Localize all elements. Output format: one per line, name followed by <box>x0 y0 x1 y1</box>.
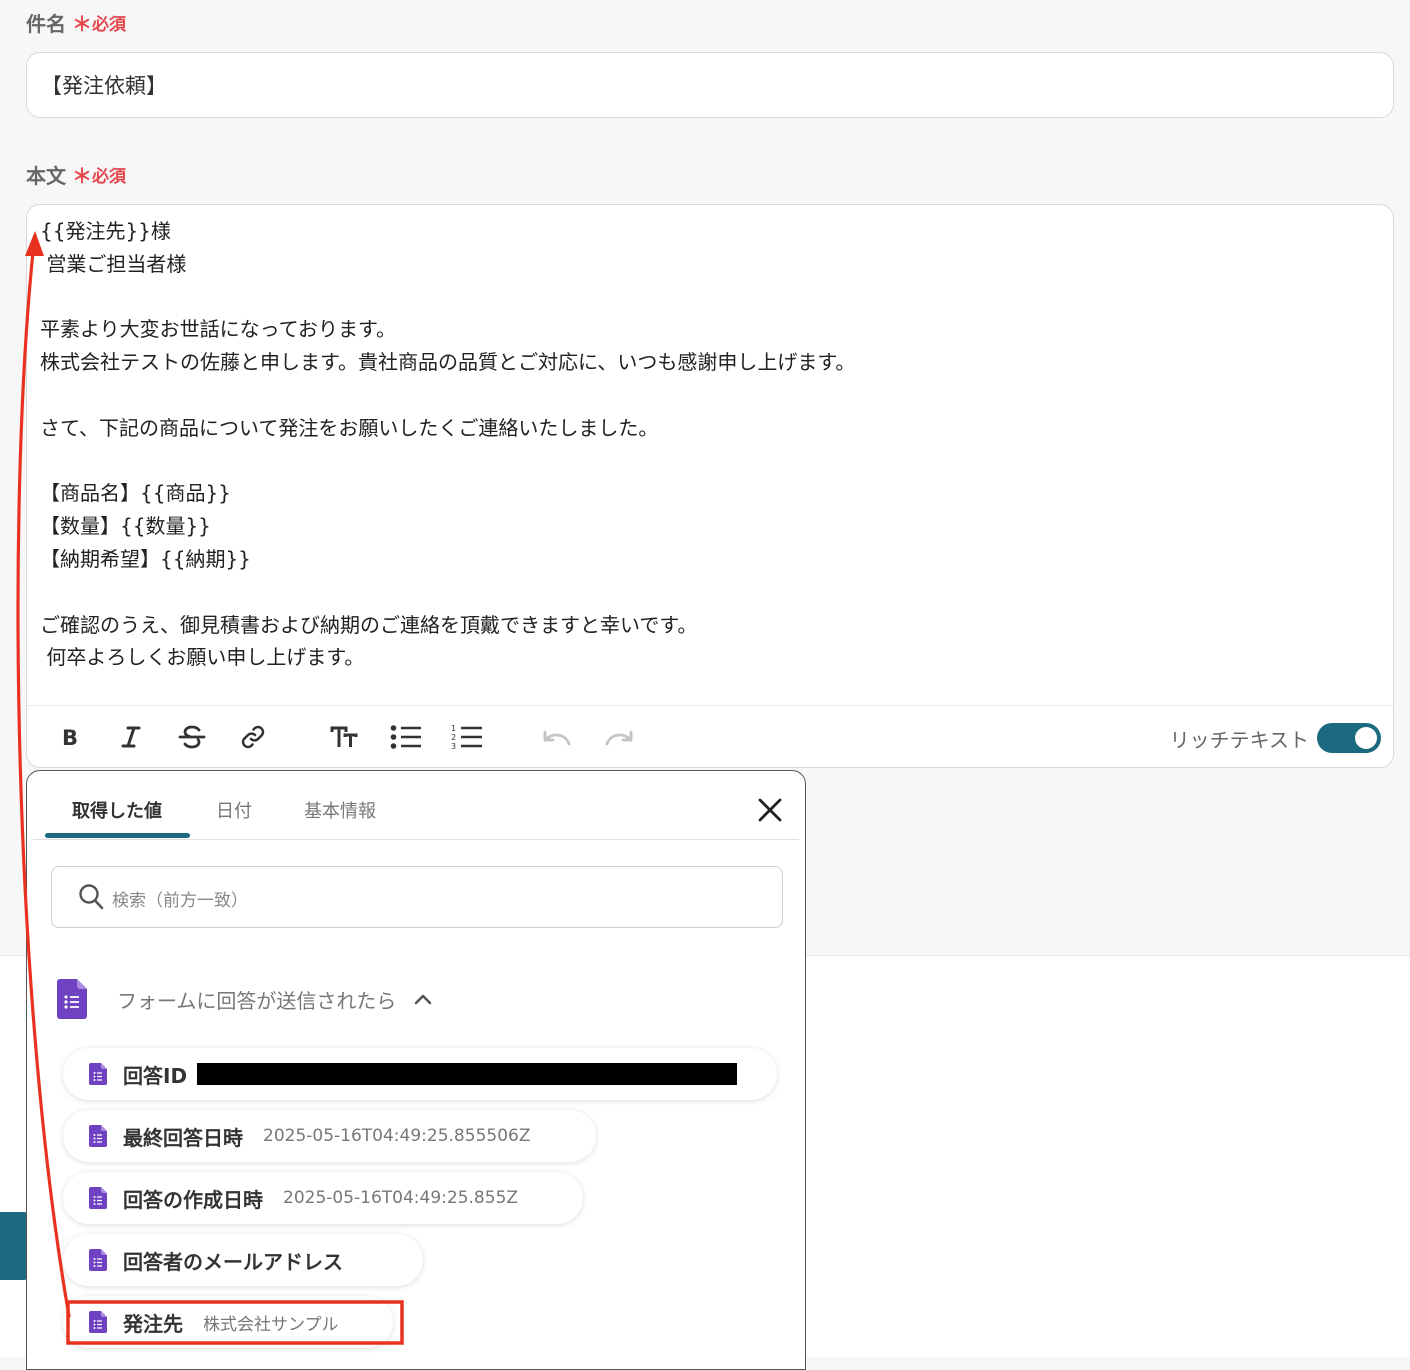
svg-text:3: 3 <box>451 742 456 751</box>
search-input[interactable]: 検索（前方一致） <box>51 866 783 928</box>
body-line: 何卒よろしくお願い申し上げます。 <box>40 645 365 670</box>
value-picker-popup: 取得した値 日付 基本情報 検索（前方一致） フォームに回答が送信されたら 回答… <box>26 770 806 1370</box>
rich-text-label: リッチテキスト <box>1169 728 1309 752</box>
required-mark: ＊ <box>72 12 92 36</box>
svg-text:1: 1 <box>451 724 456 733</box>
body-line <box>40 445 1340 478</box>
body-line <box>40 379 1340 412</box>
chip-value: 株式会社サンプル <box>203 1314 339 1335</box>
redacted-value <box>197 1063 738 1085</box>
subject-label-text: 件名 <box>26 12 66 36</box>
body-editor[interactable]: {{発注先}}様 営業ご担当者様 平素より大変お世話になっております。 株式会社… <box>26 204 1394 768</box>
close-icon[interactable] <box>755 795 785 825</box>
toggle-knob <box>1355 727 1377 749</box>
chip-label: 最終回答日時 <box>123 1125 243 1150</box>
trigger-group-label: フォームに回答が送信されたら <box>117 988 397 1013</box>
chip-value: 2025-05-16T04:49:25.855506Z <box>263 1126 531 1146</box>
body-label-text: 本文 <box>26 164 66 188</box>
strikethrough-icon[interactable] <box>175 720 209 754</box>
search-placeholder: 検索（前方一致） <box>112 891 248 911</box>
required-text: 必須 <box>92 15 126 35</box>
body-line: {{発注先}}様 <box>40 219 171 243</box>
body-line <box>40 281 1340 314</box>
trigger-group-header[interactable]: フォームに回答が送信されたら <box>57 976 432 1022</box>
body-text[interactable]: {{発注先}}様 営業ご担当者様 平素より大変お世話になっております。 株式会社… <box>40 215 1340 674</box>
subject-input[interactable]: 【発注依頼】 <box>26 52 1394 118</box>
google-forms-icon <box>89 1187 107 1209</box>
body-line: 【納期希望】{{納期}} <box>40 546 251 571</box>
required-mark: ＊ <box>72 164 92 188</box>
rich-text-toggle[interactable] <box>1317 723 1381 753</box>
tabs-divider <box>33 839 799 840</box>
search-icon <box>78 883 104 915</box>
tab-acquired-values[interactable]: 取得した値 <box>72 797 162 823</box>
text-size-icon[interactable] <box>327 720 361 754</box>
tab-basic-info[interactable]: 基本情報 <box>304 797 376 823</box>
required-text: 必須 <box>92 167 126 187</box>
bulleted-list-icon[interactable] <box>389 720 423 754</box>
chevron-up-icon[interactable] <box>414 993 432 1005</box>
value-chip-respondent-email[interactable]: 回答者のメールアドレス <box>63 1234 423 1286</box>
numbered-list-icon[interactable]: 123 <box>450 720 484 754</box>
chip-label: 回答ID <box>123 1063 188 1088</box>
svg-text:B: B <box>62 726 78 748</box>
undo-icon[interactable] <box>540 720 574 754</box>
popup-tabs: 取得した値 日付 基本情報 <box>27 771 805 841</box>
side-button-edge[interactable] <box>0 1212 28 1280</box>
body-line: 株式会社テストの佐藤と申します。貴社商品の品質とご対応に、いつも感謝申し上げます… <box>40 350 856 375</box>
body-line: 平素より大変お世話になっております。 <box>40 317 396 342</box>
redo-icon[interactable] <box>602 720 636 754</box>
chip-value: 2025-05-16T04:49:25.855Z <box>283 1188 519 1208</box>
link-icon[interactable] <box>236 720 270 754</box>
value-chip-supplier[interactable]: 発注先 株式会社サンプル <box>63 1296 393 1348</box>
editor-toolbar: B 123 リッチテキスト <box>27 705 1393 768</box>
chip-label: 回答者のメールアドレス <box>123 1249 343 1274</box>
chip-label: 回答の作成日時 <box>123 1187 263 1212</box>
italic-icon[interactable] <box>114 720 148 754</box>
body-line: さて、下記の商品について発注をお願いしたくご連絡いたしました。 <box>40 415 659 440</box>
google-forms-icon <box>89 1063 107 1085</box>
google-forms-icon <box>89 1125 107 1147</box>
body-label: 本文 ＊ 必須 <box>26 160 126 189</box>
bold-icon[interactable]: B <box>53 720 87 754</box>
google-forms-icon <box>89 1249 107 1271</box>
svg-text:2: 2 <box>451 733 456 742</box>
body-line: 営業ご担当者様 <box>40 251 187 276</box>
google-forms-icon <box>57 979 87 1019</box>
body-line: 【数量】{{数量}} <box>40 514 211 539</box>
body-line: ご確認のうえ、御見積書および納期のご連絡を頂戴できますと幸いです。 <box>40 612 698 637</box>
subject-value: 【発注依頼】 <box>41 74 167 98</box>
body-line <box>40 576 1340 609</box>
tab-date[interactable]: 日付 <box>216 797 252 823</box>
value-chip-last-response-time[interactable]: 最終回答日時 2025-05-16T04:49:25.855506Z <box>63 1110 596 1162</box>
chip-label: 発注先 <box>123 1311 183 1336</box>
value-chip-created-time[interactable]: 回答の作成日時 2025-05-16T04:49:25.855Z <box>63 1172 583 1224</box>
subject-label: 件名 ＊ 必須 <box>26 8 126 37</box>
body-line: 【商品名】{{商品}} <box>40 481 231 506</box>
value-chip-response-id[interactable]: 回答ID <box>63 1048 777 1100</box>
google-forms-icon <box>89 1311 107 1333</box>
active-tab-indicator <box>45 833 190 838</box>
